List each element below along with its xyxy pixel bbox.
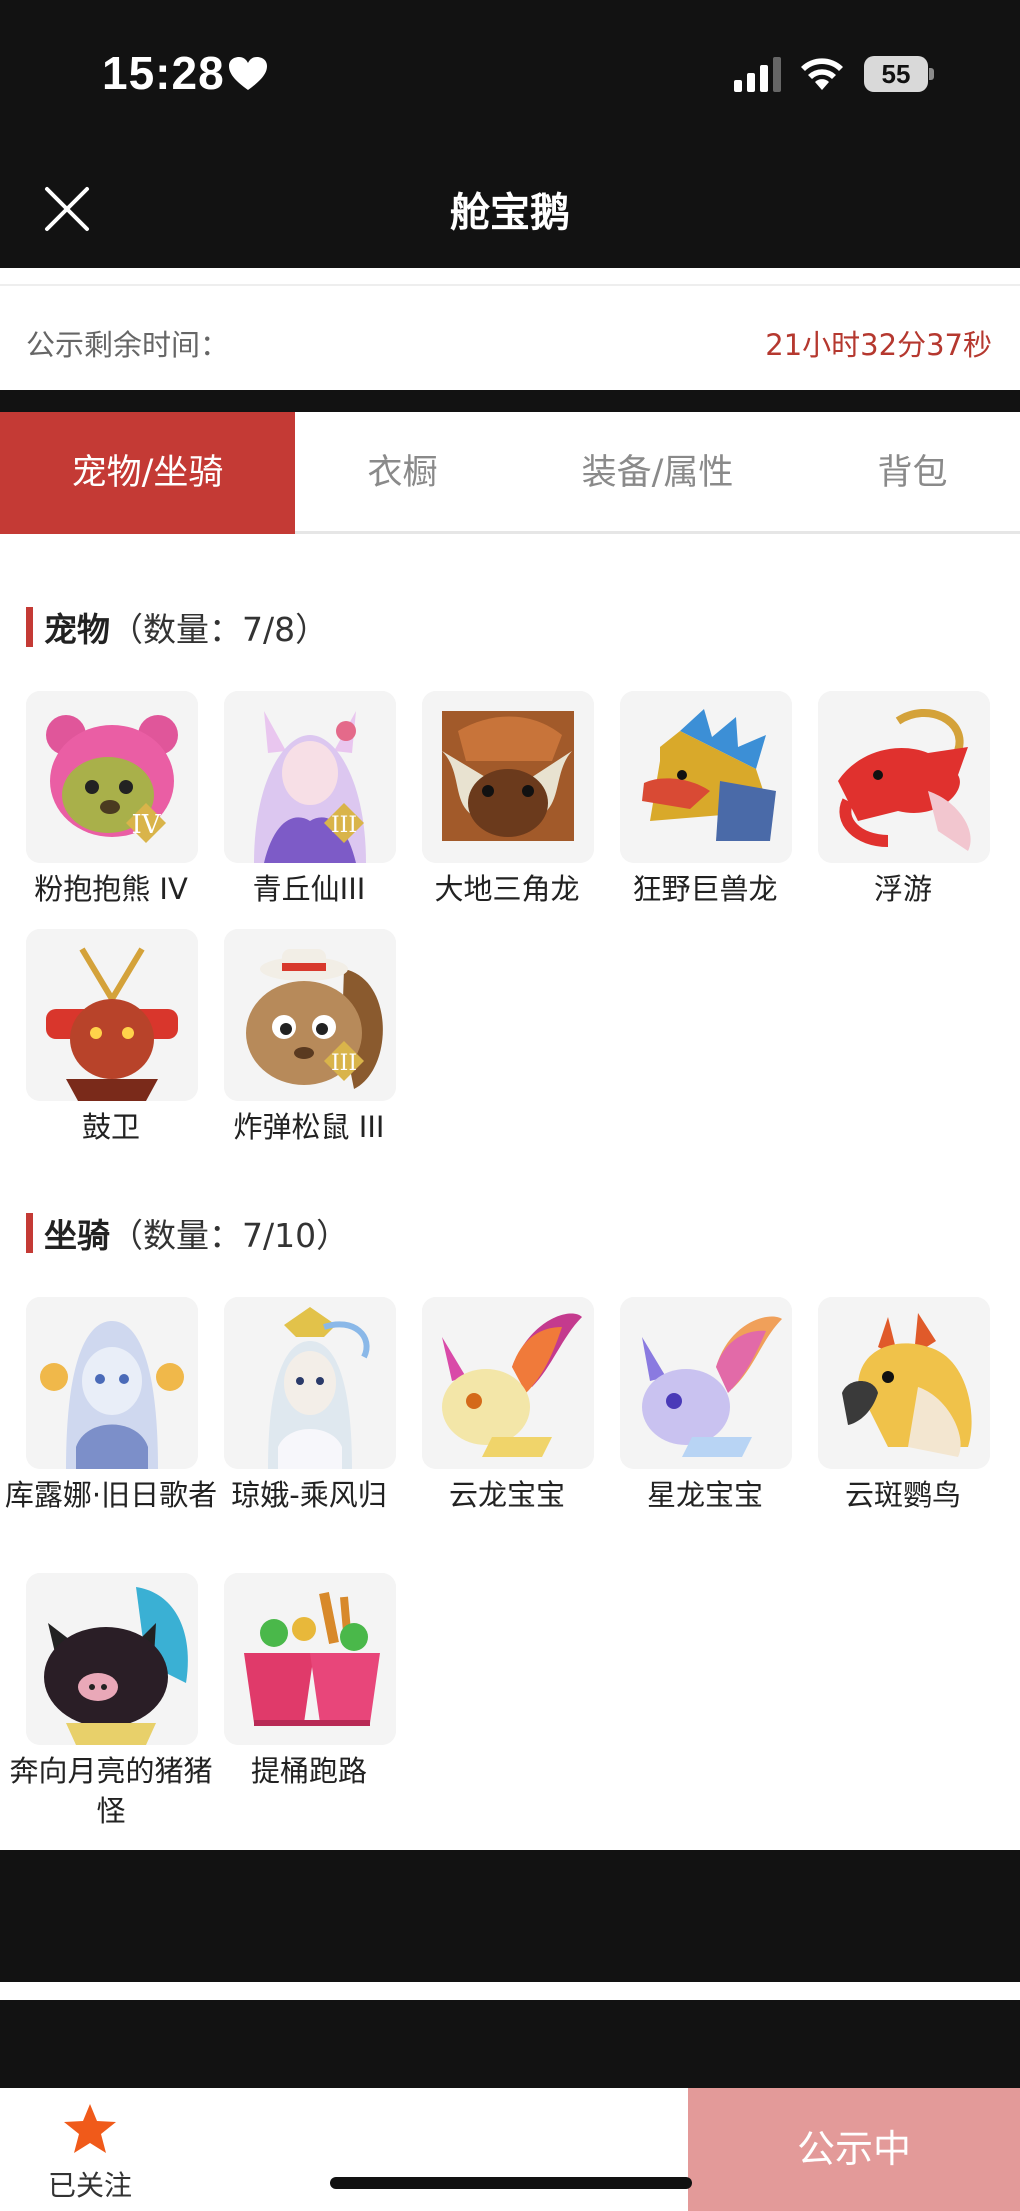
pet-thumbnail xyxy=(620,691,792,863)
mount-thumbnail xyxy=(224,1573,396,1745)
mounts-count: （数量：7/10） xyxy=(110,1216,350,1255)
mount-name: 库露娜·旧日歌者 xyxy=(4,1478,218,1512)
home-indicator[interactable] xyxy=(330,2177,692,2189)
pet-tier-badge: IV xyxy=(131,810,161,840)
heart-icon xyxy=(229,57,267,90)
pet-thumbnail xyxy=(818,691,990,863)
pet-name: 浮游 xyxy=(873,872,932,906)
pet-name: 粉抱抱熊 IV xyxy=(34,872,188,906)
signal-icon xyxy=(734,57,781,92)
mount-name: 云龙宝宝 xyxy=(448,1478,565,1512)
pet-thumbnail: III xyxy=(224,691,396,863)
tab-pets-mounts[interactable]: 宠物/坐骑 xyxy=(0,412,295,534)
pet-name: 大地三角龙 xyxy=(434,872,580,906)
pet-thumbnail: III xyxy=(224,929,396,1101)
star-icon xyxy=(64,2104,116,2153)
pets-count: （数量：7/8） xyxy=(110,610,329,649)
status-time: 15:28 xyxy=(102,47,225,99)
pet-thumbnail xyxy=(26,929,198,1101)
mounts-section-title: 坐骑 xyxy=(44,1216,110,1255)
pet-thumbnail xyxy=(422,691,594,863)
mount-name: 琼娥-乘风归 xyxy=(231,1478,387,1512)
mount-thumbnail xyxy=(26,1297,198,1469)
publicity-status-button[interactable]: 公示中 xyxy=(688,2088,1020,2211)
tab-backpack[interactable]: 背包 xyxy=(805,412,1020,534)
footer-dark-band xyxy=(0,2000,1020,2088)
mount-name: 奔向月亮的猪猪怪 xyxy=(9,1754,213,1828)
section-accent-bar xyxy=(26,1213,33,1253)
mount-name: 提桶跑路 xyxy=(250,1754,367,1788)
footer-dark-band xyxy=(0,1850,1020,1982)
status-bar: 15:28 55 xyxy=(0,0,1020,150)
mounts-section-header: 坐骑 （数量：7/10） xyxy=(26,1209,426,1255)
mount-thumbnail xyxy=(422,1297,594,1469)
pets-mounts-panel: 宠物 （数量：7/8） IV 粉抱抱熊 IV III 青丘仙III 大地三角龙 … xyxy=(0,537,1020,1850)
wifi-icon xyxy=(801,58,843,90)
pet-tier-badge: III xyxy=(331,1051,357,1076)
pet-tier-badge: III xyxy=(331,813,357,838)
notice-timer-value: 21小时32分37秒 xyxy=(765,328,992,362)
mount-thumbnail xyxy=(620,1297,792,1469)
pet-thumbnail: IV xyxy=(26,691,198,863)
footer-divider xyxy=(0,1982,1020,2000)
battery-icon: 55 xyxy=(864,56,934,92)
nav-bar: 舱宝鹅 xyxy=(0,150,1020,268)
pets-section-title: 宠物 xyxy=(44,610,110,649)
notice-timer-label: 公示剩余时间： xyxy=(26,328,230,362)
tab-wardrobe[interactable]: 衣橱 xyxy=(295,412,510,534)
mount-thumbnail xyxy=(224,1297,396,1469)
mount-thumbnail xyxy=(26,1573,198,1745)
mount-thumbnail xyxy=(818,1297,990,1469)
tab-bar: 宠物/坐骑 衣橱 装备/属性 背包 xyxy=(0,412,1020,534)
mount-name: 云斑鹦鸟 xyxy=(844,1478,961,1512)
pet-name: 炸弹松鼠 III xyxy=(233,1110,385,1144)
bottom-action-bar: 已关注 公示中 xyxy=(0,2088,1020,2211)
tab-equipment[interactable]: 装备/属性 xyxy=(540,412,775,534)
battery-level: 55 xyxy=(864,56,928,92)
follow-label: 已关注 xyxy=(47,2169,132,2202)
notice-timer-row: 公示剩余时间： 21小时32分37秒 xyxy=(0,284,1020,390)
page-title: 舱宝鹅 xyxy=(450,190,570,236)
follow-button[interactable]: 已关注 xyxy=(30,2088,150,2211)
pets-section-header: 宠物 （数量：7/8） xyxy=(26,603,426,649)
mount-name: 星龙宝宝 xyxy=(646,1478,763,1512)
section-accent-bar xyxy=(26,607,33,647)
pet-name: 青丘仙III xyxy=(252,872,366,906)
battery-tip xyxy=(929,68,934,80)
pet-name: 狂野巨兽龙 xyxy=(632,872,778,906)
section-divider xyxy=(0,390,1020,412)
pet-name: 鼓卫 xyxy=(81,1110,140,1144)
